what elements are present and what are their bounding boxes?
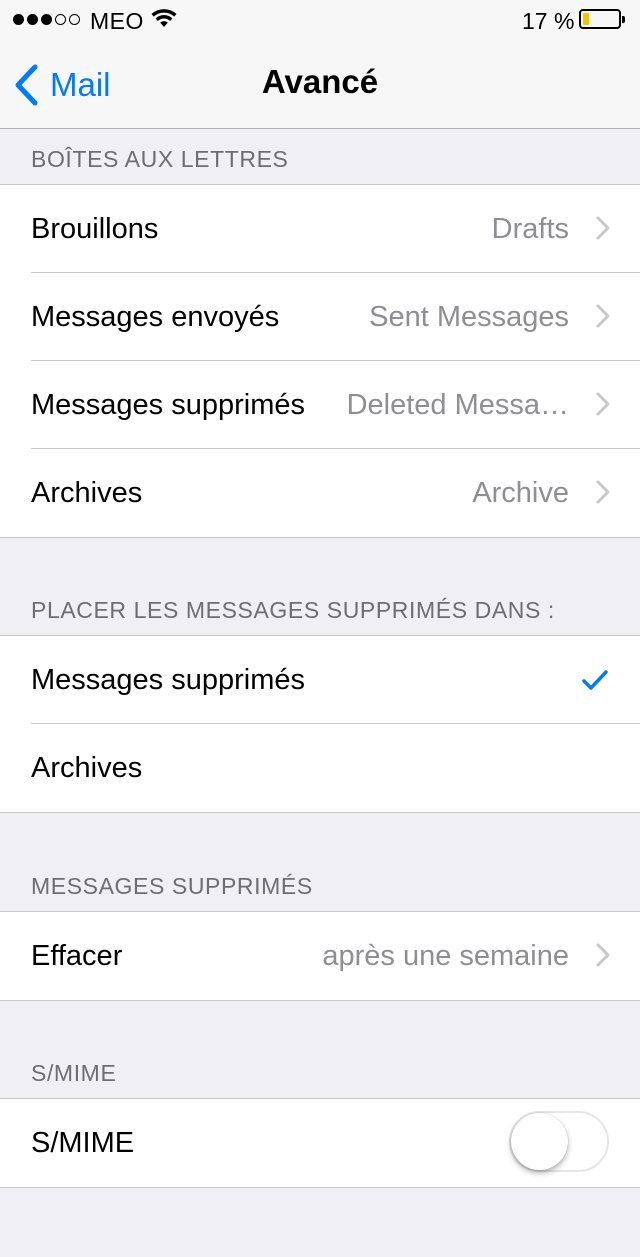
option-label: Archives xyxy=(31,751,143,784)
row-sent-messages[interactable]: Messages envoyés Sent Messages xyxy=(0,272,640,361)
battery-icon xyxy=(579,9,625,29)
row-label: Effacer xyxy=(31,939,123,972)
move-deleted-group: Messages supprimés Archives xyxy=(0,635,640,813)
row-value: Sent Messages xyxy=(369,300,569,333)
section-header-smime: S/MIME xyxy=(31,1060,117,1086)
deleted-group: Effacer après une semaine xyxy=(0,911,640,1001)
navigation-bar: Mail Avancé xyxy=(0,40,640,129)
wifi-icon xyxy=(151,7,177,34)
chevron-right-icon xyxy=(596,304,610,328)
battery-fill xyxy=(583,13,589,25)
section-header-mailboxes: BOÎTES AUX LETTRES xyxy=(31,146,289,172)
status-bar: MEO 17 % xyxy=(0,0,640,40)
mailboxes-group: Brouillons Drafts Messages envoyés Sent … xyxy=(0,184,640,538)
checkmark-icon xyxy=(582,670,608,690)
row-label: S/MIME xyxy=(31,1126,135,1159)
chevron-right-icon xyxy=(596,943,610,967)
row-label: Messages supprimés xyxy=(31,388,305,421)
signal-strength-icon xyxy=(13,14,80,25)
row-smime: S/MIME xyxy=(0,1099,640,1187)
section-header-move-deleted: PLACER LES MESSAGES SUPPRIMÉS DANS : xyxy=(31,597,555,623)
page-title: Avancé xyxy=(261,63,379,100)
chevron-right-icon xyxy=(596,392,610,416)
row-drafts[interactable]: Brouillons Drafts xyxy=(0,185,640,273)
row-value: après une semaine xyxy=(322,939,569,972)
row-label: Archives xyxy=(31,476,143,509)
option-archives[interactable]: Archives xyxy=(0,723,640,812)
battery-nub xyxy=(622,16,625,23)
row-value: Archive xyxy=(472,476,569,509)
option-deleted-messages[interactable]: Messages supprimés xyxy=(0,636,640,724)
carrier-name: MEO xyxy=(90,8,144,34)
row-erase[interactable]: Effacer après une semaine xyxy=(0,912,640,1000)
signal-dot xyxy=(41,14,52,25)
row-label: Messages envoyés xyxy=(31,300,280,333)
row-value: Deleted Messa… xyxy=(346,388,569,421)
toggle-knob[interactable] xyxy=(511,1113,568,1170)
row-value: Drafts xyxy=(491,212,569,245)
option-label: Messages supprimés xyxy=(31,663,305,696)
row-archives[interactable]: Archives Archive xyxy=(0,448,640,537)
signal-dot xyxy=(27,14,38,25)
chevron-right-icon xyxy=(596,216,610,240)
smime-toggle[interactable] xyxy=(509,1111,609,1172)
row-deleted-messages[interactable]: Messages supprimés Deleted Messa… xyxy=(0,360,640,449)
signal-dot xyxy=(69,14,80,25)
row-label: Brouillons xyxy=(31,212,159,245)
section-header-deleted: MESSAGES SUPPRIMÉS xyxy=(31,873,313,899)
signal-dot xyxy=(13,14,24,25)
signal-dot xyxy=(55,14,66,25)
chevron-right-icon xyxy=(596,480,610,504)
smime-group: S/MIME xyxy=(0,1098,640,1188)
battery-percentage: 17 % xyxy=(522,8,575,34)
